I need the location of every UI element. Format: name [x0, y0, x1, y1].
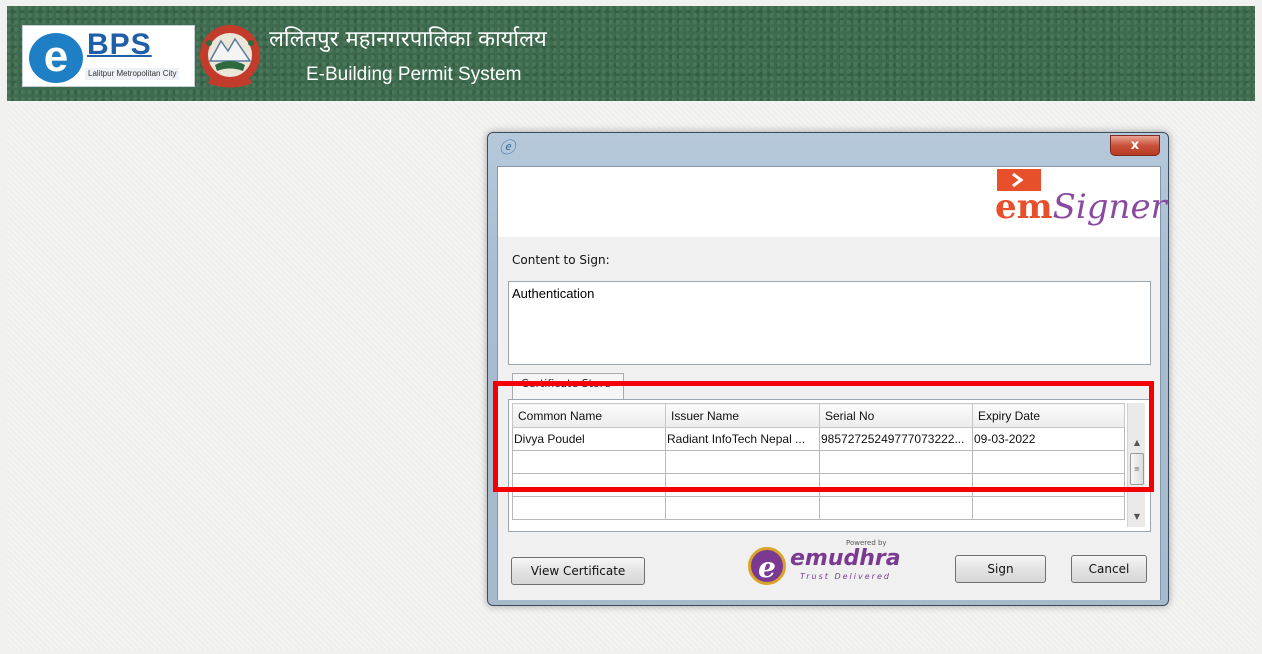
- emsigner-dialog: ⓔ x emSigner Content to Sign: Authentica…: [487, 132, 1169, 606]
- emudhra-tagline: Trust Delivered: [800, 572, 891, 581]
- ie-icon: ⓔ: [499, 138, 516, 157]
- close-button[interactable]: x: [1110, 135, 1160, 156]
- emsigner-logo-em: em: [995, 187, 1053, 227]
- emudhra-wordmark: emudhra: [790, 546, 901, 571]
- empty-cell: [512, 496, 666, 520]
- ebps-logo[interactable]: e BPS Lalitpur Metropolitan City: [22, 25, 195, 87]
- emudhra-e-icon: e: [748, 547, 786, 585]
- empty-cell: [665, 496, 820, 520]
- ebps-logo-subtitle: Lalitpur Metropolitan City: [85, 68, 180, 80]
- empty-cell: [819, 496, 973, 520]
- view-certificate-button[interactable]: View Certificate: [511, 557, 645, 585]
- site-title-hindi: ललितपुर महानगरपालिका कार्यालय: [269, 27, 547, 52]
- ebps-e-icon: e: [29, 33, 83, 83]
- brand-area: emSigner: [498, 167, 1167, 237]
- emudhra-logo: Powered by e emudhra Trust Delivered: [748, 537, 901, 587]
- scroll-down-icon[interactable]: ▼: [1132, 513, 1142, 521]
- ebps-logo-text: BPS: [87, 28, 152, 61]
- site-header: e BPS Lalitpur Metropolitan City ललितपुर…: [7, 6, 1255, 101]
- highlight-annotation: [493, 381, 1154, 492]
- empty-cell: [972, 496, 1125, 520]
- sign-button[interactable]: Sign: [955, 555, 1046, 583]
- table-row-empty[interactable]: [512, 496, 1125, 520]
- cancel-button[interactable]: Cancel: [1071, 555, 1147, 583]
- emsigner-logo: emSigner: [995, 187, 1167, 227]
- content-to-sign-field[interactable]: Authentication: [508, 281, 1151, 365]
- emsigner-logo-signer: Signer: [1052, 187, 1167, 227]
- content-label: Content to Sign:: [512, 253, 610, 267]
- nepal-emblem-icon: [200, 25, 260, 88]
- site-title-english: E-Building Permit System: [306, 64, 522, 85]
